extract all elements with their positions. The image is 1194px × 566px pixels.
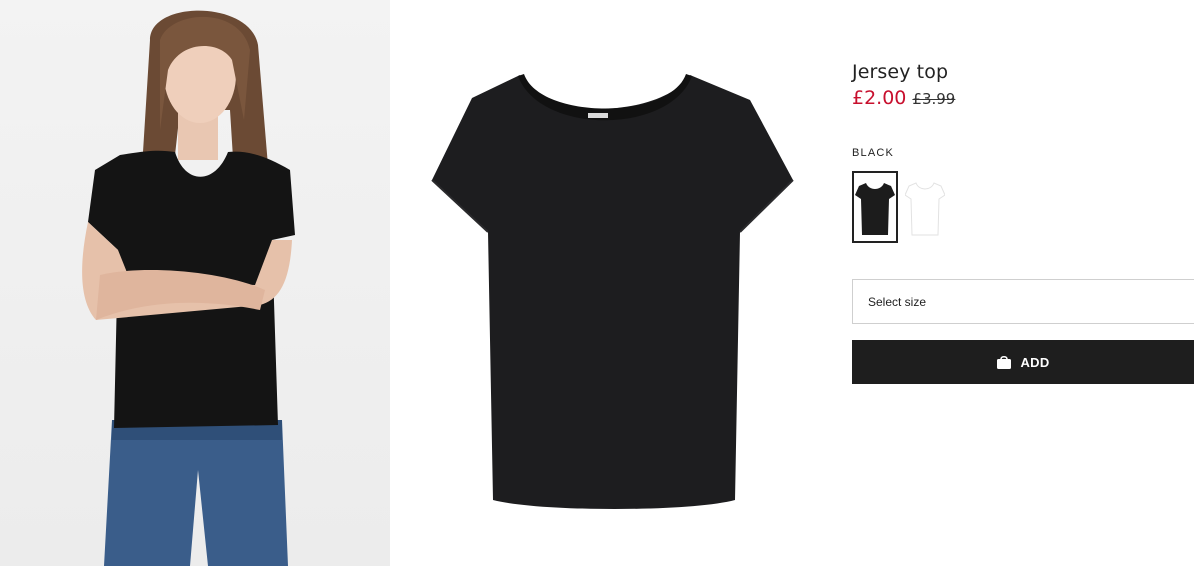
white-t-shirt-thumbnail xyxy=(905,182,945,236)
selected-color-label: BLACK xyxy=(852,147,895,159)
product-title: Jersey top xyxy=(852,61,949,83)
size-select[interactable]: Select size xyxy=(852,279,1194,324)
product-photo[interactable] xyxy=(390,0,835,566)
size-select-label: Select size xyxy=(868,294,927,309)
add-button-label: ADD xyxy=(1020,354,1050,370)
model-photo[interactable] xyxy=(0,0,390,566)
shopping-bag-icon xyxy=(996,355,1012,369)
swatch-white[interactable] xyxy=(902,171,948,243)
t-shirt-illustration xyxy=(431,74,794,509)
add-to-bag-button[interactable]: ADD xyxy=(852,340,1194,384)
price-row: £2.00 £3.99 xyxy=(852,87,955,109)
original-price: £3.99 xyxy=(912,90,956,108)
color-swatches xyxy=(852,171,948,243)
sale-price: £2.00 xyxy=(852,87,907,109)
model-illustration xyxy=(82,10,295,566)
black-t-shirt-thumbnail xyxy=(855,183,895,235)
product-info: Jersey top £2.00 £3.99 BLACK Select size… xyxy=(852,0,1194,566)
swatch-black[interactable] xyxy=(852,171,898,243)
